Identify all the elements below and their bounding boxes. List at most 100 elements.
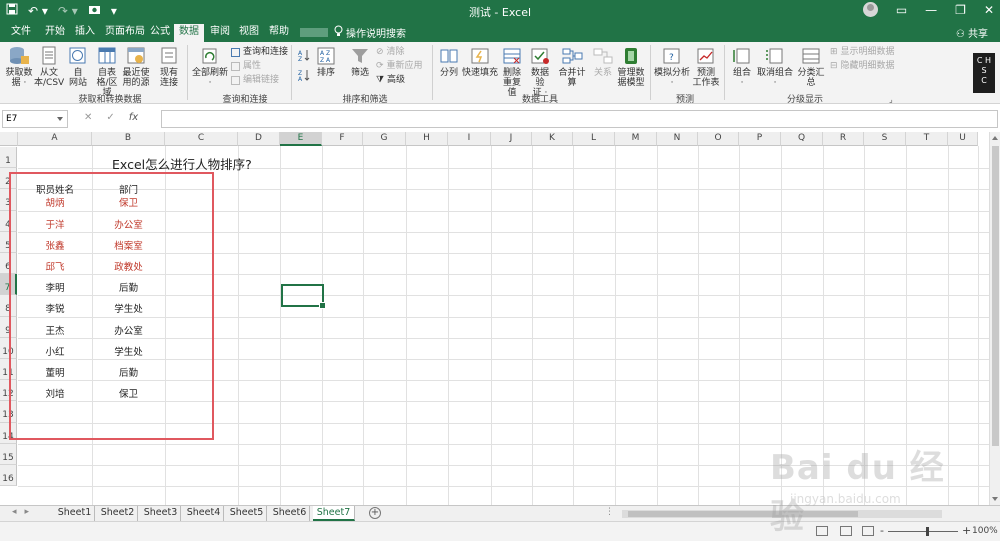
cancel-entry-icon[interactable]: ✕ — [84, 112, 92, 123]
tab-formulas[interactable]: 公式 — [145, 25, 175, 42]
column-header-l[interactable]: L — [573, 132, 615, 146]
column-header-u[interactable]: U — [948, 132, 978, 146]
column-header-b[interactable]: B — [92, 132, 165, 146]
get-data-button[interactable]: 获取数据 · — [3, 46, 35, 88]
column-header-k[interactable]: K — [532, 132, 573, 146]
reapply-button[interactable]: ⟳ 重新应用 — [376, 61, 423, 72]
column-header-p[interactable]: P — [739, 132, 781, 146]
tab-review[interactable]: 审阅 — [205, 25, 235, 42]
grid-vline — [698, 146, 699, 505]
tell-me-search[interactable]: 操作说明搜索 — [346, 25, 406, 40]
from-web-button[interactable]: 自网站 — [66, 46, 90, 88]
tab-data[interactable]: 数据 — [174, 24, 204, 42]
tab-view[interactable]: 视图 — [234, 25, 264, 42]
group-button[interactable]: 组合 · — [730, 46, 754, 88]
row-header-15[interactable]: 15 — [0, 443, 17, 465]
subtotal-button[interactable]: 分类汇总 — [794, 46, 828, 88]
new-sheet-button[interactable]: + — [369, 507, 381, 519]
sheet-tab-sheet7[interactable]: Sheet7 — [313, 506, 355, 521]
tab-split-handle-icon[interactable]: ⋮ — [605, 507, 614, 517]
confirm-entry-icon[interactable]: ✓ — [106, 112, 114, 123]
forecast-sheet-button[interactable]: 预测 工作表 — [692, 46, 720, 88]
blurred-tab[interactable] — [300, 28, 328, 37]
clear-filter-button[interactable]: ⊘ 清除 — [376, 47, 405, 58]
refresh-all-button[interactable]: 全部刷新 · — [192, 46, 228, 88]
manage-data-model-button[interactable]: 管理数 据模型 — [617, 46, 645, 88]
name-box[interactable]: E7 — [2, 110, 68, 128]
select-all-corner[interactable] — [0, 132, 18, 146]
sort-az-button[interactable]: AZ — [296, 48, 312, 65]
data-validation-button[interactable]: 数据验证 · — [527, 46, 553, 98]
column-header-a[interactable]: A — [18, 132, 92, 146]
sheet-tab-sheet2[interactable]: Sheet2 — [98, 506, 138, 521]
column-header-h[interactable]: H — [406, 132, 448, 146]
vertical-scrollbar[interactable] — [989, 132, 1000, 505]
column-header-m[interactable]: M — [615, 132, 657, 146]
formula-input[interactable] — [161, 110, 998, 128]
text-to-columns-button[interactable]: 分列 — [437, 46, 461, 78]
restore-icon[interactable]: ❐ — [955, 3, 966, 17]
scroll-up-icon[interactable] — [992, 136, 998, 140]
tab-page-layout[interactable]: 页面布局 — [100, 25, 150, 42]
from-text-csv-button[interactable]: 从文 本/CSV — [34, 46, 64, 88]
close-icon[interactable]: ✕ — [984, 3, 994, 17]
dialog-launcher-icon[interactable]: ⌟ — [889, 94, 893, 105]
queries-connections-button[interactable]: 查询和连接 — [231, 47, 288, 58]
watermark-url: jingyan.baidu.com — [790, 492, 901, 506]
tab-file[interactable]: 文件 — [6, 25, 36, 42]
column-header-f[interactable]: F — [322, 132, 363, 146]
column-header-g[interactable]: G — [363, 132, 406, 146]
column-header-r[interactable]: R — [823, 132, 864, 146]
column-header-s[interactable]: S — [864, 132, 906, 146]
column-header-n[interactable]: N — [657, 132, 698, 146]
column-header-d[interactable]: D — [238, 132, 280, 146]
column-header-o[interactable]: O — [698, 132, 739, 146]
sheet-title-text[interactable]: Excel怎么进行人物排序? — [112, 154, 252, 173]
scroll-down-icon[interactable] — [992, 497, 998, 501]
from-table-button[interactable]: 自表 格/区域 — [93, 46, 121, 98]
sheet-tab-sheet6[interactable]: Sheet6 — [270, 506, 310, 521]
ime-indicator[interactable]: C HSC — [973, 53, 995, 93]
show-detail-button[interactable]: ⊞ 显示明细数据 — [830, 47, 895, 58]
sheet-tab-sheet3[interactable]: Sheet3 — [141, 506, 181, 521]
column-header-c[interactable]: C — [165, 132, 238, 146]
account-avatar[interactable] — [862, 2, 878, 17]
properties-button[interactable]: 属性 — [231, 61, 261, 72]
column-header-q[interactable]: Q — [781, 132, 823, 146]
insert-function-icon[interactable]: fx — [129, 112, 138, 123]
sort-za-button[interactable]: ZA — [296, 68, 312, 85]
sheet-tab-sheet4[interactable]: Sheet4 — [184, 506, 224, 521]
share-button[interactable]: ⚇ 共享 — [956, 25, 988, 40]
selected-cell-e7[interactable] — [281, 284, 326, 309]
tab-help[interactable]: 帮助 — [264, 25, 294, 42]
advanced-filter-button[interactable]: ⧩ 高级 — [376, 75, 405, 86]
edit-links-button[interactable]: 编辑链接 — [231, 75, 279, 86]
row-header-16[interactable]: 16 — [0, 465, 17, 487]
hide-detail-button[interactable]: ⊟ 隐藏明细数据 — [830, 61, 895, 72]
column-header-e[interactable]: E — [280, 132, 322, 146]
sheet-tab-sheet5[interactable]: Sheet5 — [227, 506, 267, 521]
recent-sources-button[interactable]: 最近使 用的源 — [122, 46, 150, 88]
existing-connections-button[interactable]: 现有 连接 — [156, 46, 182, 88]
column-header-j[interactable]: J — [491, 132, 532, 146]
zoom-level[interactable]: 100% — [972, 526, 998, 536]
remove-duplicates-button[interactable]: 删除 重复值 — [499, 46, 525, 98]
zoom-in-button[interactable]: + — [962, 524, 971, 537]
tab-home[interactable]: 开始 — [40, 25, 70, 42]
ungroup-button[interactable]: 取消组合 · — [757, 46, 793, 88]
row-header-1[interactable]: 1 — [0, 147, 17, 169]
column-header-i[interactable]: I — [448, 132, 491, 146]
relationships-button[interactable]: 关系 — [592, 46, 614, 78]
scroll-thumb[interactable] — [992, 146, 999, 446]
consolidate-button[interactable]: 合并计算 — [555, 46, 589, 88]
tab-insert[interactable]: 插入 — [70, 25, 100, 42]
filter-button[interactable]: 筛选 — [348, 46, 372, 78]
flash-fill-button[interactable]: 快速填充 — [462, 46, 498, 78]
sheet-tab-sheet1[interactable]: Sheet1 — [55, 506, 95, 521]
sheet-nav-arrows[interactable]: ◂▸ — [12, 507, 37, 517]
what-if-analysis-button[interactable]: ? 模拟分析 · — [654, 46, 690, 88]
column-header-t[interactable]: T — [906, 132, 948, 146]
ribbon-display-options-icon[interactable]: ▭ — [896, 3, 907, 17]
sort-button[interactable]: A ZZ A 排序 — [314, 46, 338, 78]
minimize-icon[interactable]: — — [925, 3, 937, 17]
